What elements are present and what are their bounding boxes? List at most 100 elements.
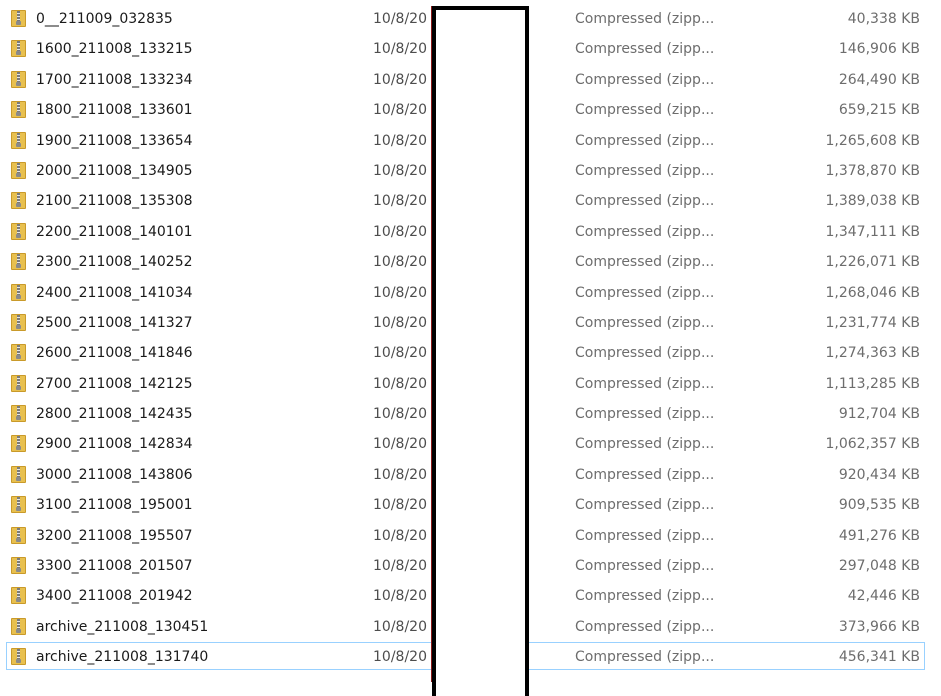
zip-folder-icon (11, 278, 29, 308)
file-name[interactable]: 1800_211008_133601 (36, 95, 336, 125)
zip-folder-icon (11, 429, 29, 459)
file-type: Compressed (zipp... (575, 193, 715, 210)
file-date: 10/8/20 (373, 558, 427, 575)
file-date: 10/8/20 (373, 284, 427, 301)
file-size: 1,268,046 KB (825, 284, 921, 301)
file-name[interactable]: 3000_211008_143806 (36, 460, 336, 490)
zip-folder-icon (11, 34, 29, 64)
file-name[interactable]: archive_211008_131740 (36, 642, 336, 672)
file-date: 10/8/20 (373, 41, 427, 58)
zip-folder-icon (11, 338, 29, 368)
file-name[interactable]: 1900_211008_133654 (36, 126, 336, 156)
file-date: 10/8/20 (373, 436, 427, 453)
file-type: Compressed (zipp... (575, 254, 715, 271)
file-date: 10/8/20 (373, 162, 427, 179)
file-size: 42,446 KB (847, 588, 920, 605)
zip-folder-icon (11, 217, 29, 247)
file-name[interactable]: archive_211008_130451 (36, 612, 336, 642)
file-date: 10/8/20 (373, 11, 427, 27)
file-date: 10/8/20 (373, 649, 427, 666)
zip-folder-icon (11, 399, 29, 429)
file-type: Compressed (zipp... (575, 466, 715, 483)
file-type: Compressed (zipp... (575, 497, 715, 514)
file-date: 10/8/20 (373, 375, 427, 392)
file-type: Compressed (zipp... (575, 11, 715, 27)
file-date: 10/8/20 (373, 193, 427, 210)
file-type: Compressed (zipp... (575, 345, 715, 362)
zip-folder-icon (11, 460, 29, 490)
file-name[interactable]: 1700_211008_133234 (36, 65, 336, 95)
file-type: Compressed (zipp... (575, 558, 715, 575)
file-size: 1,389,038 KB (825, 193, 921, 210)
file-date: 10/8/20 (373, 345, 427, 362)
file-date: 10/8/20 (373, 132, 427, 149)
file-date: 10/8/20 (373, 466, 427, 483)
file-size: 920,434 KB (838, 466, 920, 483)
file-date: 10/8/20 (373, 618, 427, 635)
zip-folder-icon (11, 642, 29, 672)
file-name[interactable]: 2800_211008_142435 (36, 399, 336, 429)
zip-folder-icon (11, 95, 29, 125)
file-name[interactable]: 2200_211008_140101 (36, 217, 336, 247)
file-name[interactable]: 3200_211008_195507 (36, 521, 336, 551)
file-name[interactable]: 3100_211008_195001 (36, 490, 336, 520)
file-name[interactable]: 2000_211008_134905 (36, 156, 336, 186)
file-size: 373,966 KB (838, 618, 920, 635)
zip-folder-icon (11, 65, 29, 95)
file-type: Compressed (zipp... (575, 284, 715, 301)
file-name[interactable]: 2500_211008_141327 (36, 308, 336, 338)
file-size: 297,048 KB (838, 558, 920, 575)
zip-folder-icon (11, 581, 29, 611)
file-size: 1,265,608 KB (825, 132, 921, 149)
file-type: Compressed (zipp... (575, 527, 715, 544)
zip-folder-icon (11, 186, 29, 216)
file-name[interactable]: 0__211009_032835 (36, 4, 336, 34)
file-type: Compressed (zipp... (575, 436, 715, 453)
file-type: Compressed (zipp... (575, 162, 715, 179)
redaction-box (432, 6, 529, 696)
file-size: 1,226,071 KB (825, 254, 921, 271)
file-size: 1,274,363 KB (825, 345, 921, 362)
file-type: Compressed (zipp... (575, 223, 715, 240)
file-size: 1,231,774 KB (825, 314, 921, 331)
file-date: 10/8/20 (373, 497, 427, 514)
file-size: 1,347,111 KB (825, 223, 921, 240)
file-date: 10/8/20 (373, 71, 427, 88)
file-date: 10/8/20 (373, 314, 427, 331)
file-name[interactable]: 3400_211008_201942 (36, 581, 336, 611)
file-date: 10/8/20 (373, 223, 427, 240)
zip-folder-icon (11, 551, 29, 581)
file-size: 1,378,870 KB (825, 162, 921, 179)
file-size: 1,062,357 KB (825, 436, 921, 453)
file-size: 1,113,285 KB (825, 375, 921, 392)
file-type: Compressed (zipp... (575, 649, 715, 666)
file-name[interactable]: 1600_211008_133215 (36, 34, 336, 64)
file-type: Compressed (zipp... (575, 314, 715, 331)
file-name[interactable]: 2900_211008_142834 (36, 429, 336, 459)
file-size: 456,341 KB (838, 649, 920, 666)
file-name[interactable]: 2700_211008_142125 (36, 369, 336, 399)
zip-folder-icon (11, 369, 29, 399)
file-size: 264,490 KB (838, 71, 920, 88)
file-type: Compressed (zipp... (575, 71, 715, 88)
file-type: Compressed (zipp... (575, 132, 715, 149)
file-name[interactable]: 3300_211008_201507 (36, 551, 336, 581)
file-name[interactable]: 2400_211008_141034 (36, 278, 336, 308)
file-name[interactable]: 2300_211008_140252 (36, 247, 336, 277)
zip-folder-icon (11, 490, 29, 520)
file-date: 10/8/20 (373, 406, 427, 423)
file-name[interactable]: 2600_211008_141846 (36, 338, 336, 368)
file-size: 40,338 KB (847, 11, 920, 27)
file-size: 659,215 KB (838, 102, 920, 119)
zip-folder-icon (11, 4, 29, 34)
zip-folder-icon (11, 612, 29, 642)
zip-folder-icon (11, 308, 29, 338)
zip-folder-icon (11, 521, 29, 551)
file-type: Compressed (zipp... (575, 406, 715, 423)
file-date: 10/8/20 (373, 527, 427, 544)
zip-folder-icon (11, 126, 29, 156)
file-date: 10/8/20 (373, 254, 427, 271)
file-name[interactable]: 2100_211008_135308 (36, 186, 336, 216)
file-size: 491,276 KB (838, 527, 920, 544)
file-type: Compressed (zipp... (575, 618, 715, 635)
